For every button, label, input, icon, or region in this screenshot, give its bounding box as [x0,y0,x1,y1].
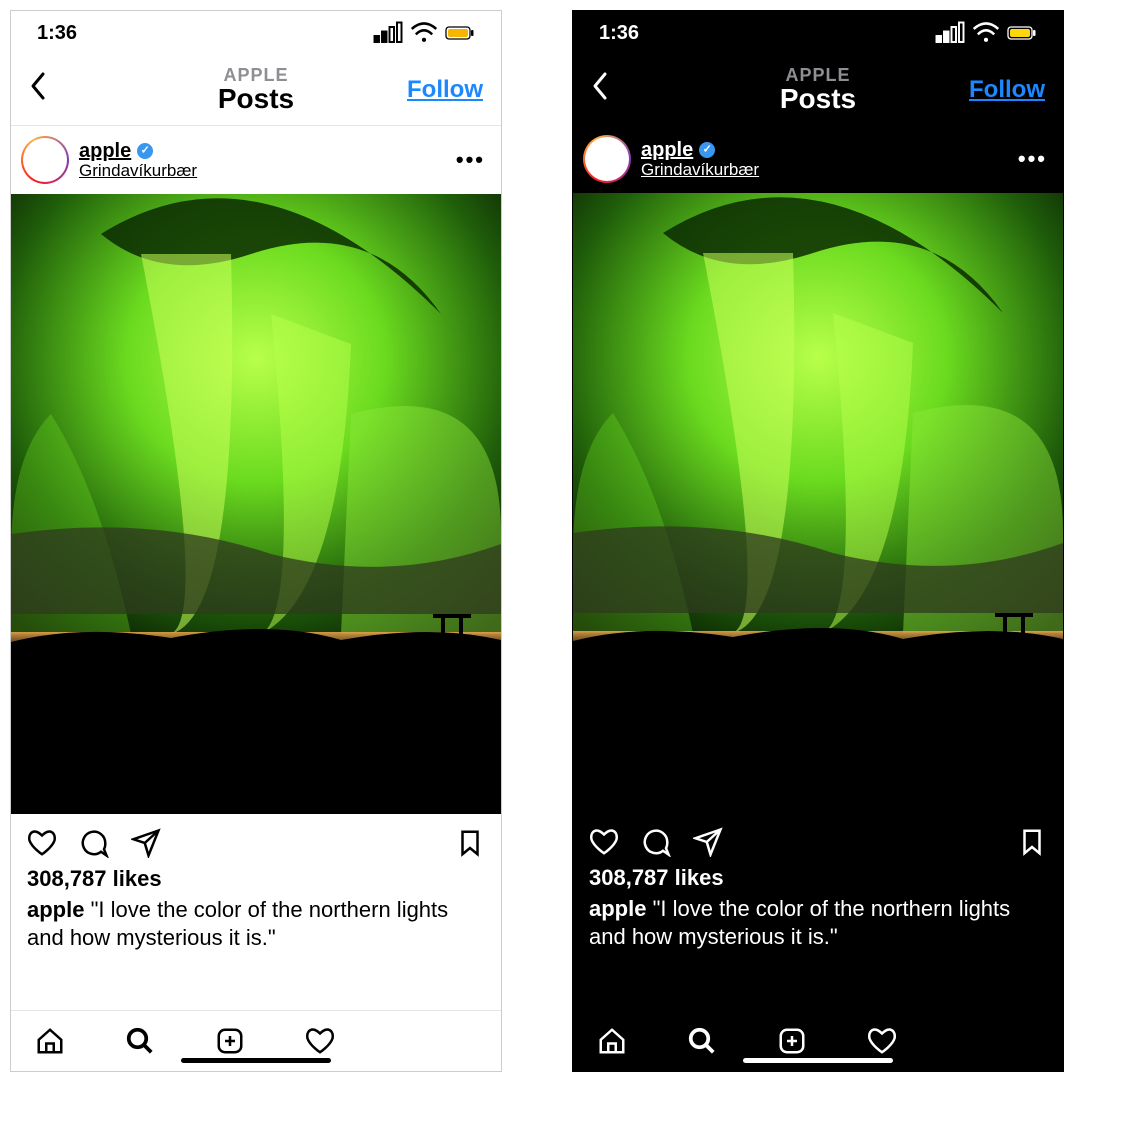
tab-home[interactable] [35,1026,65,1056]
nav-bar: APPLE Posts Follow [11,55,501,125]
caption-username[interactable]: apple [27,897,84,922]
post-more-button[interactable]: ••• [456,147,485,173]
bookmark-icon[interactable] [1017,827,1047,857]
battery-icon [1007,18,1037,48]
cellular-icon [373,18,403,48]
share-icon[interactable] [693,827,723,857]
avatar[interactable] [583,135,631,183]
post-caption: apple "I love the color of the northern … [573,895,1063,950]
post-username[interactable]: apple [79,140,131,162]
home-indicator[interactable] [181,1058,331,1063]
caption-text: "I love the color of the northern lights… [589,896,1010,949]
cellular-icon [935,18,965,48]
phone-dark: 1:36 APPLE Posts Follow apple [572,10,1064,1072]
post-image[interactable] [573,193,1063,813]
caption-username[interactable]: apple [589,896,646,921]
status-bar: 1:36 [11,11,501,55]
verified-badge-icon [137,143,153,159]
post-username[interactable]: apple [641,139,693,161]
status-indicators [373,18,475,48]
comment-icon[interactable] [79,828,109,858]
wifi-icon [971,18,1001,48]
tab-activity[interactable] [305,1026,335,1056]
status-indicators [935,18,1037,48]
post-image[interactable] [11,194,501,814]
status-bar: 1:36 [573,11,1063,55]
tab-search[interactable] [687,1026,717,1056]
tab-search[interactable] [125,1026,155,1056]
like-icon[interactable] [589,827,619,857]
post-location[interactable]: Grindavíkurbær [79,162,197,181]
post-header: apple Grindavíkurbær ••• [573,125,1063,193]
post-location[interactable]: Grindavíkurbær [641,161,759,180]
back-button[interactable] [29,71,47,109]
wifi-icon [409,18,439,48]
follow-button[interactable]: Follow [969,76,1045,104]
post-caption: apple "I love the color of the northern … [11,896,501,951]
apple-logo-icon [23,138,67,182]
follow-button[interactable]: Follow [407,76,483,104]
likes-count[interactable]: 308,787 likes [11,864,501,896]
tab-activity[interactable] [867,1026,897,1056]
battery-icon [445,18,475,48]
apple-logo-icon [585,137,629,181]
status-time: 1:36 [599,22,639,45]
post-action-row [573,813,1063,863]
back-button[interactable] [591,71,609,109]
verified-badge-icon [699,142,715,158]
phone-light: 1:36 APPLE Posts Follow apple [10,10,502,1072]
like-icon[interactable] [27,828,57,858]
home-indicator[interactable] [743,1058,893,1063]
tab-add[interactable] [215,1026,245,1056]
caption-text: "I love the color of the northern lights… [27,897,448,950]
status-time: 1:36 [37,22,77,45]
tab-home[interactable] [597,1026,627,1056]
post-header: apple Grindavíkurbær ••• [11,125,501,194]
share-icon[interactable] [131,828,161,858]
comment-icon[interactable] [641,827,671,857]
likes-count[interactable]: 308,787 likes [573,863,1063,895]
tab-add[interactable] [777,1026,807,1056]
bookmark-icon[interactable] [455,828,485,858]
post-action-row [11,814,501,864]
post-more-button[interactable]: ••• [1018,146,1047,172]
avatar[interactable] [21,136,69,184]
nav-bar: APPLE Posts Follow [573,55,1063,125]
